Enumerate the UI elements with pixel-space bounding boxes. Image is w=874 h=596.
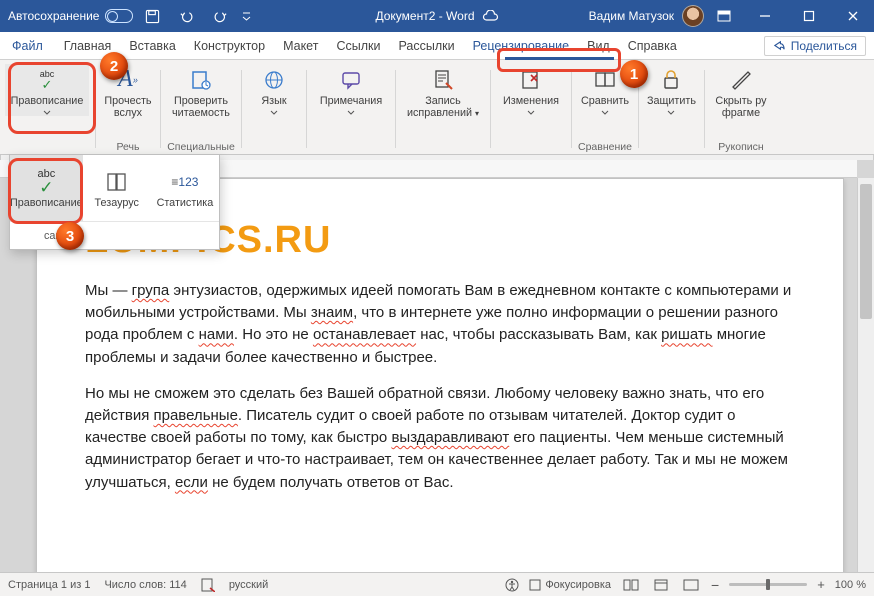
thesaurus-icon	[105, 167, 129, 197]
user-name[interactable]: Вадим Матузок	[589, 9, 674, 23]
dropdown-spelling[interactable]: abc✓ Правописание	[10, 155, 83, 221]
share-label: Поделиться	[791, 39, 857, 53]
tab-help[interactable]: Справка	[619, 32, 686, 59]
dropdown-thesaurus[interactable]: Тезаурус	[83, 155, 151, 221]
tab-references[interactable]: Ссылки	[327, 32, 389, 59]
status-focus[interactable]: Фокусировка	[529, 579, 611, 591]
tab-review[interactable]: Рецензирование	[464, 32, 579, 59]
user-avatar-icon[interactable]	[682, 5, 704, 27]
group-label-compare: Сравнение	[578, 139, 632, 154]
document-title: Документ2 - Word	[375, 9, 474, 23]
autosave-label: Автосохранение	[8, 9, 99, 23]
redo-icon[interactable]	[205, 1, 235, 31]
paragraph-1: Мы — група энтузиастов, одержимых идеей …	[85, 280, 795, 369]
spellcheck-status-icon[interactable]	[201, 578, 215, 592]
title-bar: Автосохранение Документ2 - Word Вадим Ма…	[0, 0, 874, 32]
view-web-icon[interactable]	[681, 577, 701, 592]
comments-icon	[340, 67, 362, 93]
chevron-down-icon	[43, 110, 51, 116]
minimize-button[interactable]	[744, 0, 786, 32]
tab-layout[interactable]: Макет	[274, 32, 327, 59]
share-icon	[773, 39, 786, 52]
tab-view[interactable]: Вид	[578, 32, 619, 59]
zoom-slider[interactable]	[729, 583, 807, 586]
spelling-dropdown: abc✓ Правописание Тезаурус ≡123 Статисти…	[9, 154, 220, 250]
changes-icon	[520, 67, 542, 93]
protect-icon	[660, 67, 682, 93]
active-tab-underline	[505, 57, 614, 60]
track-changes-button[interactable]: Записьисправлений ▾	[402, 64, 484, 120]
status-language[interactable]: русский	[229, 579, 268, 591]
maximize-button[interactable]	[788, 0, 830, 32]
ribbon-options-icon[interactable]	[706, 0, 742, 32]
ribbon-tabs: Файл Главная Вставка Конструктор Макет С…	[0, 32, 874, 60]
language-button[interactable]: Язык	[248, 64, 300, 116]
close-button[interactable]	[832, 0, 874, 32]
dropdown-statistics[interactable]: ≡123 Статистика	[151, 155, 219, 221]
cloud-save-icon	[483, 10, 499, 22]
check-readability-button[interactable]: Проверитьчитаемость	[167, 64, 235, 120]
callout-1: 1	[620, 60, 648, 88]
group-label-special: Специальные	[167, 139, 235, 154]
track-changes-icon	[432, 67, 454, 93]
zoom-level[interactable]: 100 %	[835, 579, 866, 591]
tab-insert[interactable]: Вставка	[120, 32, 184, 59]
ink-icon	[730, 67, 752, 93]
readability-icon	[190, 67, 212, 93]
zoom-out-button[interactable]: −	[711, 577, 719, 593]
chevron-down-icon	[347, 110, 355, 116]
tab-file[interactable]: Файл	[0, 32, 55, 59]
undo-icon[interactable]	[171, 1, 201, 31]
vertical-scrollbar[interactable]	[857, 178, 874, 572]
spelling-icon: abc✓	[40, 67, 55, 93]
stats-icon: ≡123	[171, 167, 198, 197]
toggle-switch-icon	[105, 9, 133, 23]
spelling-icon: abc✓	[37, 167, 55, 197]
changes-button[interactable]: Изменения	[497, 64, 565, 116]
language-icon	[263, 67, 285, 93]
view-print-icon[interactable]	[651, 577, 671, 592]
status-words[interactable]: Число слов: 114	[104, 579, 186, 591]
callout-3: 3	[56, 222, 84, 250]
chevron-down-icon	[601, 110, 609, 116]
chevron-down-icon	[527, 110, 535, 116]
view-read-icon[interactable]	[621, 577, 641, 592]
tab-mailings[interactable]: Рассылки	[389, 32, 463, 59]
zoom-in-button[interactable]: +	[817, 577, 825, 592]
status-bar: Страница 1 из 1 Число слов: 114 русский …	[0, 572, 874, 596]
comments-button[interactable]: Примечания	[313, 64, 389, 116]
status-page[interactable]: Страница 1 из 1	[8, 579, 90, 591]
spelling-button[interactable]: abc✓ Правописание	[5, 64, 89, 116]
qat-dropdown-icon[interactable]	[239, 1, 253, 31]
focus-icon	[529, 579, 541, 591]
scroll-thumb[interactable]	[860, 184, 872, 319]
compare-icon	[594, 67, 616, 93]
protect-button[interactable]: Защитить	[645, 64, 698, 116]
dropdown-group-label: сание	[10, 221, 219, 249]
group-label-ink: Рукописн	[718, 139, 763, 154]
accessibility-icon[interactable]	[505, 578, 519, 592]
ribbon: abc✓ Правописание A» Прочестьвслух Речь …	[0, 60, 874, 155]
save-icon[interactable]	[137, 1, 167, 31]
share-button[interactable]: Поделиться	[764, 36, 866, 56]
callout-2: 2	[100, 52, 128, 80]
paragraph-2: Но мы не сможем это сделать без Вашей об…	[85, 383, 795, 494]
tab-design[interactable]: Конструктор	[185, 32, 274, 59]
hide-ink-button[interactable]: Скрыть руфрагме	[711, 64, 771, 120]
group-label-speech: Речь	[117, 139, 140, 154]
autosave-toggle[interactable]: Автосохранение	[8, 9, 133, 23]
chevron-down-icon	[270, 110, 278, 116]
chevron-down-icon	[667, 110, 675, 116]
